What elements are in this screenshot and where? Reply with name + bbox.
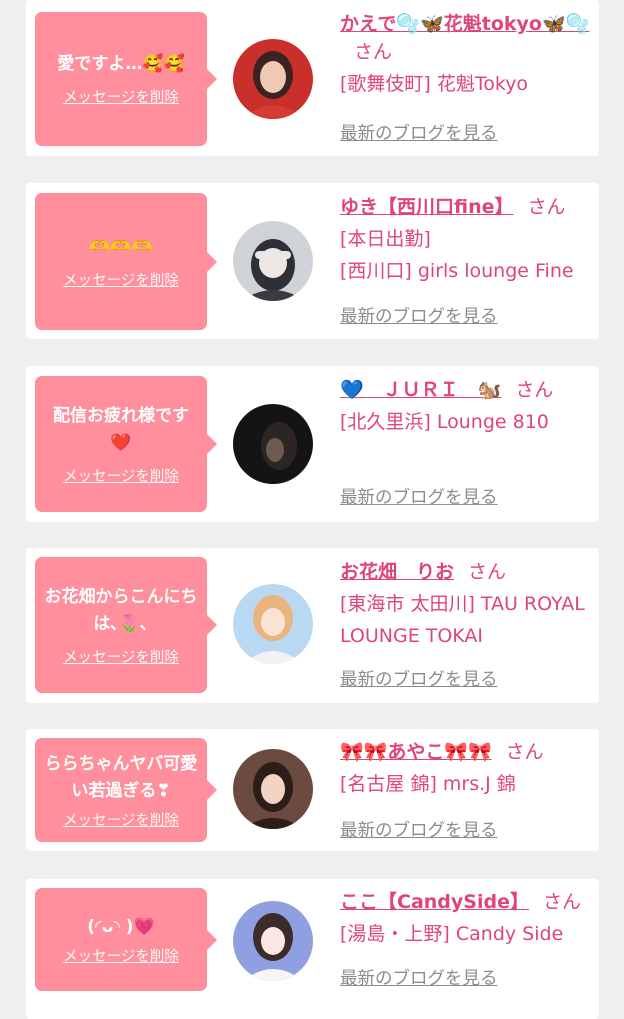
name-line: お花畑 りお さん xyxy=(340,558,591,586)
message-text: ららちゃんヤバ可愛い若過ぎる❣ xyxy=(44,753,198,801)
delete-message-link[interactable]: メッセージを削除 xyxy=(63,269,179,290)
avatar[interactable] xyxy=(233,901,313,981)
cast-info: かえで🫧🦋花魁tokyo🦋🫧 さん [歌舞伎町] 花魁Tokyo xyxy=(340,10,591,100)
cast-name-link[interactable]: ここ【CandySide】 xyxy=(340,891,529,913)
latest-blog-link[interactable]: 最新のブログを見る xyxy=(340,484,498,509)
avatar[interactable] xyxy=(233,404,313,484)
honorific: さん xyxy=(542,891,581,913)
honorific: さん xyxy=(515,379,554,401)
name-line: ゆき【西川口fine】 さん xyxy=(340,193,591,221)
message-text: 愛ですよ…🥰🥰 xyxy=(57,54,185,74)
message-bubble: ららちゃんヤバ可愛い若過ぎる❣ メッセージを削除 xyxy=(35,738,217,842)
cast-info: お花畑 りお さん [東海市 太田川] TAU ROYAL LOUNGE TOKA… xyxy=(340,558,591,652)
message-card: お花畑からこんにちは､🌷､ メッセージを削除 お花畑 りお さん [東海市 太田川… xyxy=(26,548,599,703)
latest-blog-link[interactable]: 最新のブログを見る xyxy=(340,817,498,842)
shop-line: [北久里浜] Lounge 810 xyxy=(340,411,549,433)
avatar[interactable] xyxy=(233,584,313,664)
cast-info: ゆき【西川口fine】 さん [本日出勤] [西川口] girls lounge … xyxy=(340,193,591,287)
delete-message-link[interactable]: メッセージを削除 xyxy=(63,465,179,486)
name-line: 💙 ＪＵＲＩ 🐿️ さん xyxy=(340,376,591,404)
honorific: さん xyxy=(468,561,507,583)
message-bubble: 愛ですよ…🥰🥰 メッセージを削除 xyxy=(35,12,217,146)
delete-message-link[interactable]: メッセージを削除 xyxy=(63,809,179,830)
cast-info: ここ【CandySide】 さん [湯島・上野] Candy Side xyxy=(340,888,591,950)
latest-blog-link[interactable]: 最新のブログを見る xyxy=(340,965,498,990)
avatar[interactable] xyxy=(233,749,313,829)
message-card: (◜ᴗ◝ )💗 メッセージを削除 ここ【CandySide】 さん [湯島・上野]… xyxy=(26,879,599,1019)
avatar[interactable] xyxy=(233,39,313,119)
honorific: さん xyxy=(527,196,566,218)
name-line: ここ【CandySide】 さん xyxy=(340,888,591,916)
message-bubble: (◜ᴗ◝ )💗 メッセージを削除 xyxy=(35,888,217,991)
delete-message-link[interactable]: メッセージを削除 xyxy=(63,86,179,107)
latest-blog-link[interactable]: 最新のブログを見る xyxy=(340,666,498,691)
avatar[interactable] xyxy=(233,221,313,301)
name-line: 🎀🎀あやこ🎀🎀 さん xyxy=(340,738,591,766)
delete-message-link[interactable]: メッセージを削除 xyxy=(63,945,179,966)
shop-line: [湯島・上野] Candy Side xyxy=(340,923,564,945)
latest-blog-link[interactable]: 最新のブログを見る xyxy=(340,303,498,328)
cast-name-link[interactable]: 🎀🎀あやこ🎀🎀 xyxy=(340,741,492,763)
cast-info: 🎀🎀あやこ🎀🎀 さん [名古屋 錦] mrs.J 錦 xyxy=(340,738,591,800)
message-card: ららちゃんヤバ可愛い若過ぎる❣ メッセージを削除 🎀🎀あやこ🎀🎀 さん [名古屋 … xyxy=(26,729,599,851)
message-text: お花畑からこんにちは､🌷､ xyxy=(44,586,198,634)
cast-name-link[interactable]: お花畑 りお xyxy=(340,561,454,583)
honorific: さん xyxy=(354,41,393,63)
message-bubble: 🫶🫶🫶 メッセージを削除 xyxy=(35,193,217,330)
shop-line: [名古屋 錦] mrs.J 錦 xyxy=(340,773,516,795)
cast-name-link[interactable]: かえで🫧🦋花魁tokyo🦋🫧 xyxy=(340,13,589,35)
shop-line: [東海市 太田川] TAU ROYAL LOUNGE TOKAI xyxy=(340,593,585,647)
message-bubble: お花畑からこんにちは､🌷､ メッセージを削除 xyxy=(35,557,217,693)
honorific: さん xyxy=(505,741,544,763)
shop-line: [歌舞伎町] 花魁Tokyo xyxy=(340,73,529,95)
message-card: 配信お疲れ様です❤️ メッセージを削除 💙 ＪＵＲＩ 🐿️ さん [北久里浜] L… xyxy=(26,366,599,522)
cast-info: 💙 ＪＵＲＩ 🐿️ さん [北久里浜] Lounge 810 xyxy=(340,376,591,438)
shop-line: [西川口] girls lounge Fine xyxy=(340,260,574,282)
name-line: かえで🫧🦋花魁tokyo🦋🫧 さん xyxy=(340,10,591,66)
cast-name-link[interactable]: ゆき【西川口fine】 xyxy=(340,196,514,218)
message-text: (◜ᴗ◝ )💗 xyxy=(87,916,155,937)
message-text: 🫶🫶🫶 xyxy=(89,236,153,257)
delete-message-link[interactable]: メッセージを削除 xyxy=(63,646,179,667)
message-card: 🫶🫶🫶 メッセージを削除 ゆき【西川口fine】 さん [本日出勤] [西川口] … xyxy=(26,183,599,339)
message-text: 配信お疲れ様です❤️ xyxy=(53,405,189,453)
message-bubble: 配信お疲れ様です❤️ メッセージを削除 xyxy=(35,376,217,512)
cast-name-link[interactable]: 💙 ＪＵＲＩ 🐿️ xyxy=(340,379,501,401)
shop-line: [本日出勤] xyxy=(340,228,431,250)
message-card: 愛ですよ…🥰🥰 メッセージを削除 かえで🫧🦋花魁tokyo🦋🫧 さん [歌舞伎町]… xyxy=(26,0,599,156)
latest-blog-link[interactable]: 最新のブログを見る xyxy=(340,120,498,145)
